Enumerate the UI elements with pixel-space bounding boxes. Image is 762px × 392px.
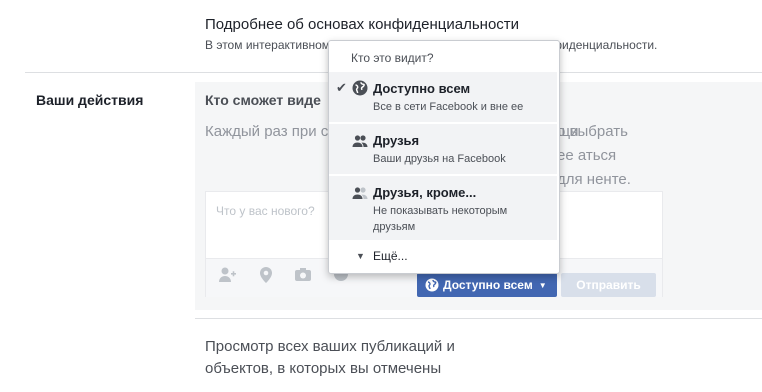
friends-icon [352, 135, 368, 147]
composer-input[interactable]: Что у вас нового? [216, 204, 315, 218]
activity-log-link[interactable]: Просмотр всех ваших публикаций и объекто… [205, 336, 485, 380]
caret-down-icon: ▼ [356, 251, 365, 261]
divider [329, 122, 557, 123]
panel-title: Кто сможет виде [205, 92, 321, 108]
panel-text-right: о выбрать ее аться для ненте. [557, 123, 631, 188]
dropdown-item-label: Друзья [373, 133, 420, 148]
check-icon: ✔ [336, 80, 347, 95]
location-icon[interactable] [255, 266, 277, 288]
globe-icon [352, 80, 368, 96]
dropdown-more[interactable]: Ещё... [373, 249, 408, 263]
caret-down-icon: ▼ [538, 280, 547, 290]
audience-label: Доступно всем [443, 278, 533, 292]
dropdown-item-desc: Не показывать некоторым друзьям [373, 205, 508, 233]
dropdown-item-desc: Все в сети Facebook и вне ее [373, 101, 524, 113]
globe-icon [425, 278, 439, 292]
section-label: Ваши действия [36, 92, 144, 108]
divider [195, 318, 762, 319]
audience-selector-button[interactable]: Доступно всем ▼ [417, 273, 557, 297]
dropdown-item-label: Друзья, кроме... [373, 185, 477, 200]
dropdown-header: Кто это видит? [351, 51, 434, 65]
dropdown-item-label: Доступно всем [373, 81, 471, 96]
privacy-basics-link[interactable]: Подробнее об основах конфиденциальности [205, 16, 519, 33]
submit-button[interactable]: Отправить [561, 273, 656, 297]
friends-except-icon [352, 187, 368, 199]
add-friend-icon[interactable] [216, 266, 238, 288]
divider [329, 174, 557, 175]
dropdown-item-desc: Ваши друзья на Facebook [373, 153, 506, 165]
camera-icon[interactable] [292, 266, 314, 288]
